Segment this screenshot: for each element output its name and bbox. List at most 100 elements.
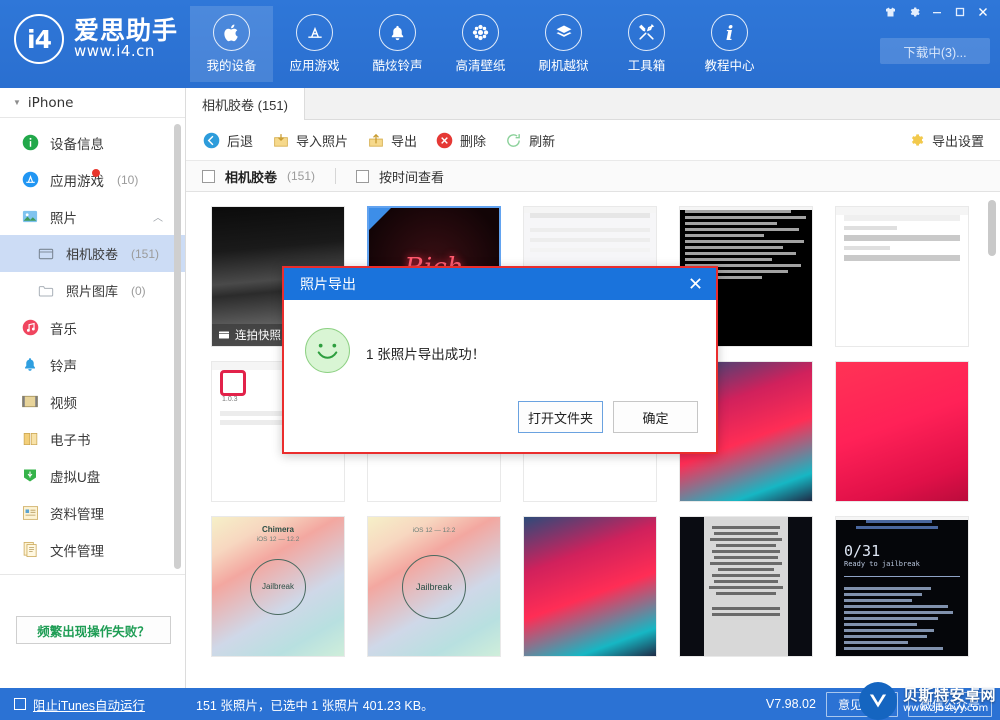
select-all-checkbox[interactable]: [202, 169, 215, 183]
sidebar-item-usb-disk[interactable]: 虚拟U盘: [0, 457, 185, 494]
jailbreak-subtitle: iOS 12 — 12.2: [412, 527, 456, 534]
confirm-button[interactable]: 确定: [613, 401, 698, 433]
nav-item-tutorials[interactable]: i 教程中心: [688, 6, 771, 82]
toolbar-label: 删除: [460, 133, 487, 149]
sidebar-item-photos[interactable]: 照片 ︿: [0, 198, 185, 235]
sidebar-item-count: (0): [131, 283, 146, 298]
export-settings-button[interactable]: 导出设置: [907, 131, 984, 150]
delete-button[interactable]: 删除: [435, 131, 486, 150]
photo-cell[interactable]: 0/31 Ready to jailbreak: [832, 516, 988, 671]
sidebar-item-label: 照片图库: [66, 284, 119, 299]
nav-item-apps-games[interactable]: 应用游戏: [273, 6, 356, 82]
nav-item-ringtones[interactable]: 酷炫铃声: [356, 6, 439, 82]
refresh-button[interactable]: 刷新: [504, 131, 555, 150]
sidebar-scrollbar[interactable]: [174, 124, 181, 569]
watermark-text: 贝斯特安卓网 www.zjbstyy.com: [903, 688, 996, 714]
sidebar-item-label: 音乐: [50, 321, 77, 337]
itunes-checkbox[interactable]: [14, 698, 26, 710]
sidebar-item-device-info[interactable]: 设备信息: [0, 124, 185, 161]
nav-item-my-device[interactable]: 我的设备: [190, 6, 273, 82]
jailbreak-button-graphic: Jailbreak: [402, 554, 466, 619]
sidebar-item-data-manage[interactable]: 资料管理: [0, 494, 185, 531]
skin-icon[interactable]: [879, 2, 902, 22]
tab-bar: 相机胶卷 (151): [186, 88, 1000, 120]
apple-icon: [213, 14, 250, 51]
toolbar-label: 导入照片: [296, 133, 349, 149]
sidebar-item-music[interactable]: 音乐: [0, 309, 185, 346]
itunes-block-control[interactable]: 阻止iTunes自动运行: [0, 695, 186, 714]
nav-item-flash-jailbreak[interactable]: 刷机越狱: [522, 6, 605, 82]
sidebar-item-video[interactable]: 视频: [0, 383, 185, 420]
import-photos-button[interactable]: 导入照片: [271, 131, 348, 150]
sidebar-item-count: (10): [117, 172, 139, 187]
photo-cell[interactable]: [832, 361, 988, 516]
photo-thumbnail[interactable]: [679, 516, 813, 657]
sidebar-item-photo-library[interactable]: 照片图库 (0): [0, 272, 185, 309]
tab-camera-roll[interactable]: 相机胶卷 (151): [186, 88, 305, 120]
settings-gear-icon[interactable]: [902, 2, 925, 22]
console-status: Ready to jailbreak: [844, 560, 920, 568]
sidebar-item-label: 相机胶卷: [66, 247, 119, 262]
minimize-button[interactable]: [925, 2, 948, 22]
sidebar-item-apps-games[interactable]: 应用游戏 (10): [0, 161, 185, 198]
app-header: i4 爱思助手 www.i4.cn 我的设备 应用游戏 酷炫铃声 高清壁纸 刷机…: [0, 0, 1000, 88]
dialog-message: 1 张照片导出成功！: [366, 347, 486, 362]
sidebar-item-ringtone[interactable]: 铃声: [0, 346, 185, 383]
device-name: iPhone: [27, 94, 74, 111]
sidebar-item-file-manage[interactable]: 文件管理: [0, 531, 185, 568]
photo-thumbnail[interactable]: [835, 361, 969, 502]
dialog-body: 1 张照片导出成功！ 打开文件夹 确定: [284, 300, 716, 452]
view-by-time-checkbox[interactable]: [356, 169, 370, 183]
watermark-line2: www.zjbstyy.com: [902, 702, 989, 714]
photo-export-dialog: 照片导出 1 张照片导出成功！ 打开文件夹 确定: [282, 266, 718, 454]
status-bar: 阻止iTunes自动运行 151 张照片，已选中 1 张照片 401.23 KB…: [0, 688, 1000, 720]
photo-thumbnail[interactable]: [523, 516, 657, 657]
dialog-titlebar: 照片导出: [284, 268, 716, 300]
sidebar-item-ebook[interactable]: 电子书: [0, 420, 185, 457]
itunes-checkbox-label[interactable]: 阻止iTunes自动运行: [33, 695, 145, 714]
export-button[interactable]: 导出: [366, 131, 417, 150]
view-by-time-label: 按时间查看: [379, 169, 445, 185]
download-status-button[interactable]: 下载中(3)...: [880, 38, 990, 64]
brand-name: 爱思助手: [74, 17, 179, 45]
photo-cell[interactable]: [520, 516, 676, 671]
close-button[interactable]: [971, 2, 994, 22]
sidebar-item-count: (151): [131, 246, 160, 261]
help-operation-failed-button[interactable]: 频繁出现操作失败？: [16, 616, 171, 644]
photo-grid-scrollbar[interactable]: [988, 200, 996, 256]
jailbreak-label: Jailbreak: [261, 582, 294, 591]
photo-image: 0/31 Ready to jailbreak: [836, 520, 968, 656]
brand-logo-text: i4: [27, 24, 52, 54]
photo-thumbnail[interactable]: iOS 12 — 12.2 Jailbreak: [367, 516, 501, 657]
photo-cell[interactable]: Chimera iOS 12 — 12.2 Jailbreak: [208, 516, 364, 671]
back-button[interactable]: 后退: [202, 131, 253, 150]
close-icon[interactable]: [682, 271, 708, 295]
maximize-button[interactable]: [948, 2, 971, 22]
dialog-title: 照片导出: [300, 276, 356, 292]
sidebar-item-label: 虚拟U盘: [50, 469, 101, 485]
brand-logo: i4 爱思助手 www.i4.cn: [14, 14, 178, 64]
open-folder-button[interactable]: 打开文件夹: [518, 401, 603, 433]
chimera-subtitle: iOS 12 — 12.2: [256, 536, 300, 543]
sidebar-list: 设备信息 应用游戏 (10) 照片 ︿ 相机胶卷 (151) 照片图库 (0) …: [0, 118, 185, 575]
photo-thumbnail[interactable]: [835, 206, 969, 347]
photo-cell[interactable]: [832, 206, 988, 361]
nav-item-toolbox[interactable]: 工具箱: [605, 6, 688, 82]
app-window: i4 爱思助手 www.i4.cn 我的设备 应用游戏 酷炫铃声 高清壁纸 刷机…: [0, 0, 1000, 720]
ebook-icon: [20, 429, 40, 449]
photo-cell[interactable]: [676, 516, 832, 671]
nav-item-wallpapers[interactable]: 高清壁纸: [439, 6, 522, 82]
divider: [335, 168, 337, 184]
photo-thumbnail[interactable]: 0/31 Ready to jailbreak: [835, 516, 969, 657]
appstore-circle-icon: [20, 170, 40, 190]
version-label: V7.98.02: [765, 697, 816, 711]
photo-image: iOS 12 — 12.2 Jailbreak: [368, 517, 500, 656]
photo-cell[interactable]: iOS 12 — 12.2 Jailbreak: [364, 516, 520, 671]
brand-text: 爱思助手 www.i4.cn: [74, 18, 178, 60]
photo-thumbnail[interactable]: Chimera iOS 12 — 12.2 Jailbreak: [211, 516, 345, 657]
select-all-label: 相机胶卷: [225, 169, 278, 185]
sidebar-item-camera-roll[interactable]: 相机胶卷 (151): [0, 235, 185, 272]
photo-icon: [20, 207, 40, 227]
device-selector[interactable]: ▼ iPhone: [0, 88, 185, 118]
sidebar-item-label: 铃声: [50, 358, 77, 374]
